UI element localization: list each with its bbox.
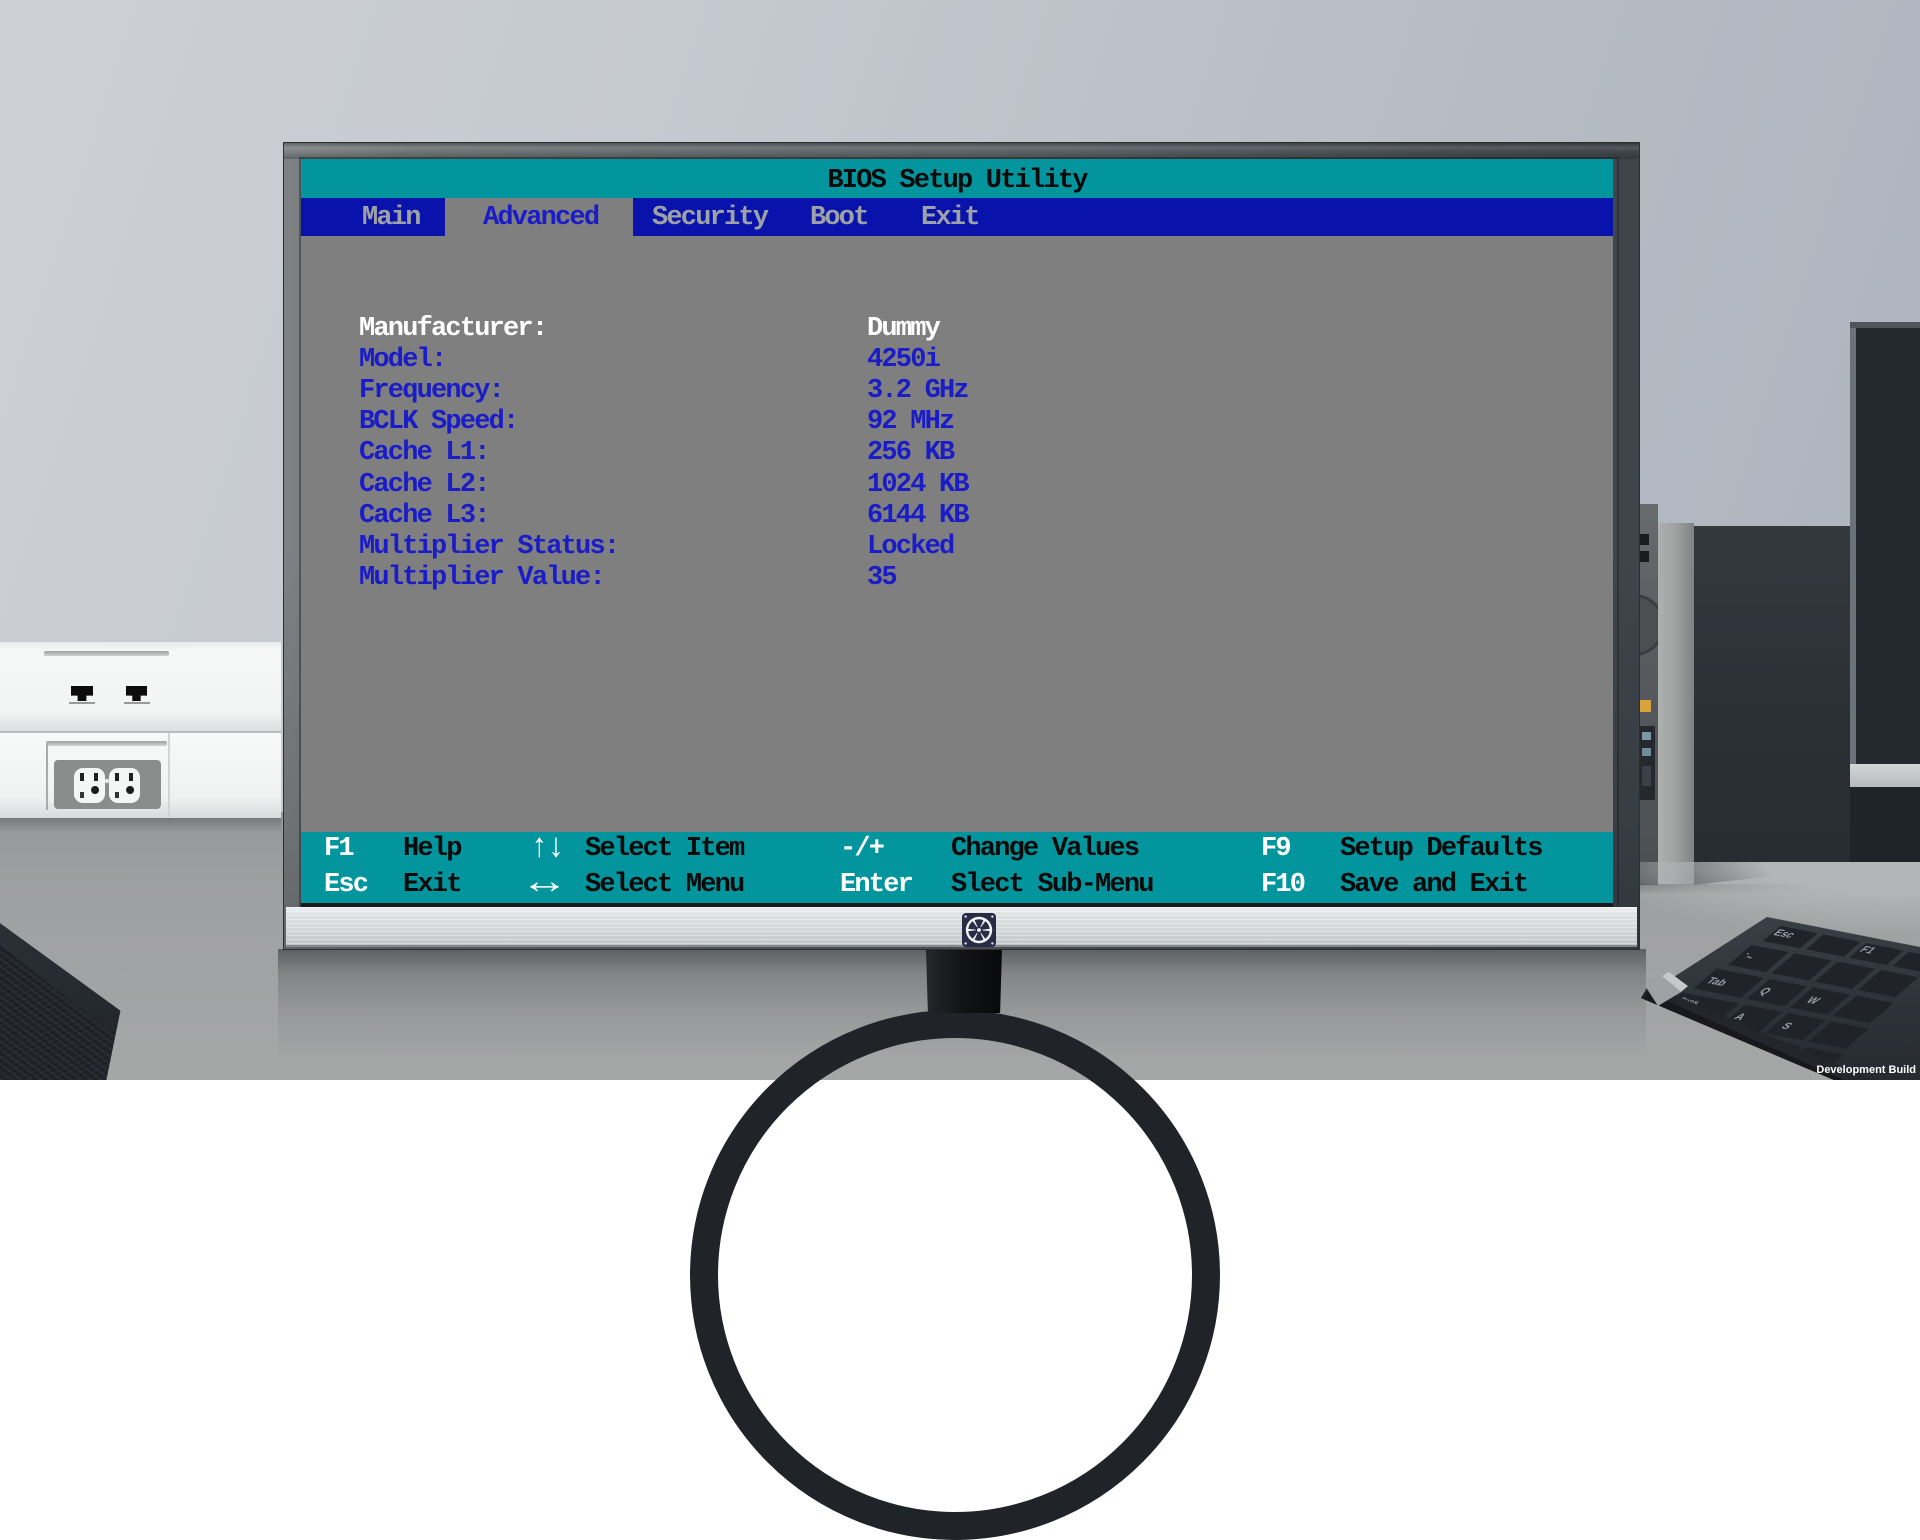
svg-text:Z: Z (1698, 1036, 1714, 1046)
